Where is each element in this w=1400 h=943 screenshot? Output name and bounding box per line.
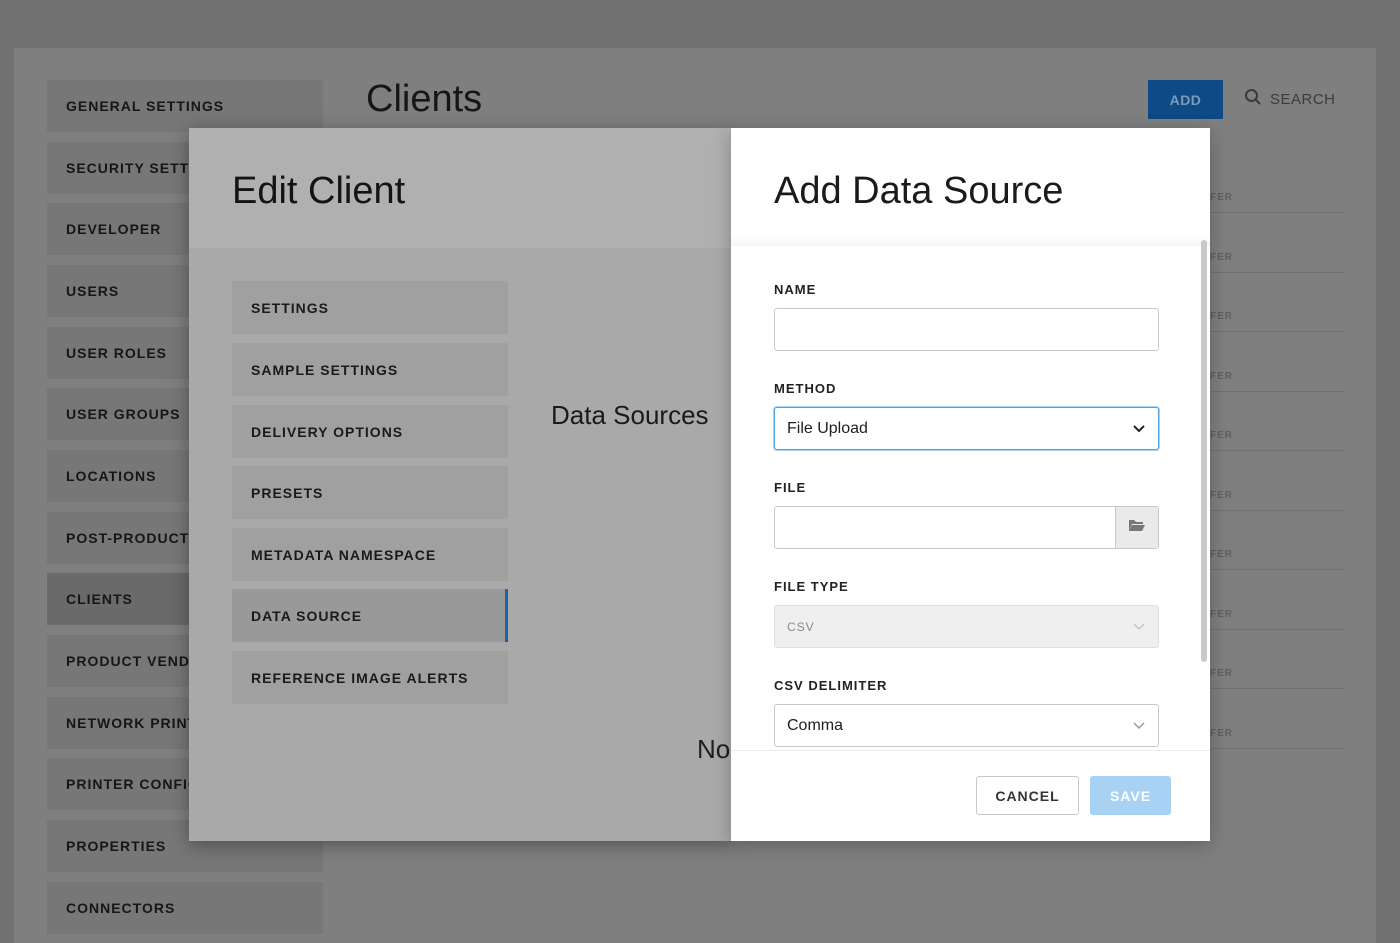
- tab-sample-settings[interactable]: SAMPLE SETTINGS: [232, 343, 508, 396]
- tab-label: DATA SOURCE: [251, 607, 363, 624]
- table-row[interactable]: FER: [1210, 154, 1344, 213]
- table-row[interactable]: FER: [1210, 452, 1344, 511]
- edit-client-title: Edit Client: [232, 170, 406, 212]
- search-button[interactable]: SEARCH: [1244, 88, 1336, 110]
- file-type-select: CSV: [774, 605, 1159, 648]
- table-row[interactable]: FER: [1210, 690, 1344, 749]
- cancel-button[interactable]: CANCEL: [976, 776, 1079, 815]
- table-row[interactable]: FER: [1210, 333, 1344, 392]
- row-tag: FER: [1210, 371, 1233, 382]
- table-row[interactable]: FER: [1210, 571, 1344, 630]
- sidebar-item-label: DEVELOPER: [66, 221, 162, 237]
- row-tag: FER: [1210, 430, 1233, 441]
- table-row[interactable]: FER: [1210, 273, 1344, 332]
- csv-delimiter-select[interactable]: Comma: [774, 704, 1159, 747]
- page-title: Clients: [366, 78, 483, 120]
- tab-data-source[interactable]: DATA SOURCE: [232, 589, 508, 642]
- row-tag: FER: [1210, 311, 1233, 322]
- edit-client-modal: Edit Client SETTINGS SAMPLE SETTINGS DEL…: [189, 128, 731, 841]
- footer-divider: [731, 750, 1210, 751]
- tab-label: DELIVERY OPTIONS: [251, 423, 404, 440]
- file-type-label: FILE TYPE: [774, 579, 849, 594]
- row-tag: FER: [1210, 490, 1233, 501]
- tab-label: REFERENCE IMAGE ALERTS: [251, 669, 469, 686]
- add-client-button[interactable]: ADD: [1148, 80, 1223, 119]
- tab-delivery-options[interactable]: DELIVERY OPTIONS: [232, 405, 508, 458]
- table-row[interactable]: FER: [1210, 630, 1344, 689]
- file-picker: [774, 506, 1159, 549]
- data-sources-heading: Data Sources: [551, 400, 709, 430]
- search-label: SEARCH: [1270, 90, 1336, 108]
- save-button[interactable]: SAVE: [1090, 776, 1171, 815]
- row-tag: FER: [1210, 549, 1233, 560]
- add-data-source-title: Add Data Source: [774, 170, 1064, 212]
- tab-label: SAMPLE SETTINGS: [251, 361, 399, 378]
- sidebar-item-connectors[interactable]: CONNECTORS: [47, 882, 323, 934]
- search-icon: [1244, 88, 1262, 110]
- method-value: File Upload: [787, 419, 868, 437]
- row-tag: FER: [1210, 609, 1233, 620]
- chevron-down-icon: [1132, 424, 1146, 434]
- browse-file-button[interactable]: [1115, 507, 1158, 548]
- row-tag: FER: [1210, 252, 1233, 263]
- edit-client-header: Edit Client: [189, 128, 731, 248]
- sidebar-item-label: PROPERTIES: [66, 838, 167, 854]
- table-row[interactable]: FER: [1210, 392, 1344, 451]
- table-row[interactable]: FER: [1210, 214, 1344, 273]
- sidebar-item-label: CONNECTORS: [66, 900, 176, 916]
- csv-delimiter-label: CSV DELIMITER: [774, 678, 888, 693]
- chevron-down-icon: [1132, 721, 1146, 731]
- method-label: METHOD: [774, 381, 837, 396]
- folder-icon: [1128, 518, 1146, 537]
- tab-metadata-namespace[interactable]: METADATA NAMESPACE: [232, 528, 508, 581]
- row-tag: FER: [1210, 192, 1233, 203]
- tab-label: PRESETS: [251, 484, 324, 501]
- table-row[interactable]: FER: [1210, 511, 1344, 570]
- sidebar-item-label: LOCATIONS: [66, 468, 157, 484]
- tab-presets[interactable]: PRESETS: [232, 466, 508, 519]
- tab-label: METADATA NAMESPACE: [251, 546, 437, 563]
- tab-label: SETTINGS: [251, 299, 330, 316]
- add-data-source-panel: Add Data Source NAME METHOD File Upload …: [731, 128, 1210, 841]
- sidebar-item-label: PRINTER CONFIG: [66, 776, 200, 792]
- file-type-value: CSV: [787, 619, 815, 634]
- sidebar-item-label: USER GROUPS: [66, 406, 181, 422]
- sidebar-item-label: CLIENTS: [66, 591, 133, 607]
- name-input[interactable]: [774, 308, 1159, 351]
- sidebar-item-label: USER ROLES: [66, 345, 168, 361]
- header-divider: [731, 236, 1210, 246]
- name-label: NAME: [774, 282, 817, 297]
- tab-settings[interactable]: SETTINGS: [232, 281, 508, 334]
- chevron-down-icon: [1132, 622, 1146, 632]
- csv-delimiter-value: Comma: [787, 716, 844, 734]
- sidebar-item-general-settings[interactable]: GENERAL SETTINGS: [47, 80, 323, 132]
- tab-reference-image-alerts[interactable]: REFERENCE IMAGE ALERTS: [232, 651, 508, 704]
- file-path-input[interactable]: [775, 507, 1115, 548]
- edit-client-body: SETTINGS SAMPLE SETTINGS DELIVERY OPTION…: [189, 248, 731, 841]
- method-select[interactable]: File Upload: [774, 407, 1159, 450]
- sidebar-item-label: GENERAL SETTINGS: [66, 98, 225, 114]
- empty-state-text: No: [697, 734, 731, 764]
- row-tag: FER: [1210, 668, 1233, 679]
- sidebar-item-label: USERS: [66, 283, 120, 299]
- row-tag: FER: [1210, 728, 1233, 739]
- scrollbar[interactable]: [1201, 240, 1207, 662]
- file-label: FILE: [774, 480, 807, 495]
